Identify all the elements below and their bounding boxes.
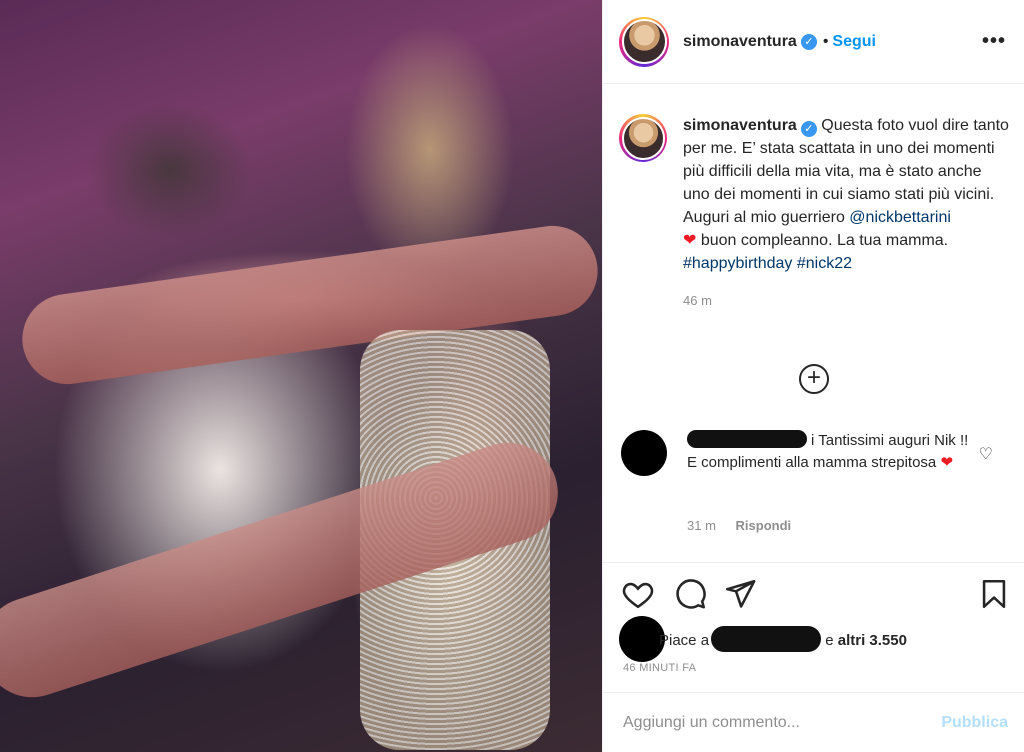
comment-input[interactable] bbox=[623, 713, 942, 732]
caption-body: simonaventura ✓ Questa foto vuol dire tan… bbox=[683, 114, 1009, 312]
caption-text-end: buon compleanno. La tua mamma. bbox=[696, 232, 949, 249]
reply-button[interactable]: Rispondi bbox=[736, 518, 792, 533]
add-comment-bar: Pubblica bbox=[603, 692, 1024, 752]
heart-emoji-icon: ❤ bbox=[940, 454, 954, 471]
post-photo[interactable] bbox=[0, 0, 602, 752]
avatar-image bbox=[621, 19, 667, 64]
verified-badge-icon: ✓ bbox=[800, 121, 817, 137]
likes-prefix: Piace a bbox=[659, 632, 710, 649]
redacted-liker-name bbox=[711, 626, 822, 652]
likes-count-link[interactable]: altri 3.550 bbox=[838, 632, 907, 649]
verified-badge-icon: ✓ bbox=[800, 33, 817, 50]
likes-text: Piace a e altri 3.550 bbox=[659, 626, 907, 652]
post-header: simonaventura ✓ • Segui ••• bbox=[603, 0, 1024, 84]
author-avatar[interactable] bbox=[619, 16, 669, 67]
comment-meta: 31 m Rispondi bbox=[687, 518, 791, 533]
comment-timestamp: 31 m bbox=[687, 518, 716, 533]
load-more-comments-icon[interactable]: + bbox=[799, 364, 829, 394]
commenter-avatar-redacted[interactable] bbox=[621, 430, 667, 476]
likes-summary: Piace a e altri 3.550 bbox=[619, 616, 907, 662]
post-caption: simonaventura ✓ Questa foto vuol dire tan… bbox=[619, 114, 1009, 312]
post-side-panel: simonaventura ✓ • Segui ••• simonaventur… bbox=[602, 0, 1024, 752]
hashtag-link[interactable]: #happybirthday bbox=[683, 255, 792, 272]
caption-timestamp[interactable]: 46 m bbox=[683, 289, 1009, 312]
hashtag-link[interactable]: #nick22 bbox=[797, 255, 852, 272]
heart-emoji-icon: ❤ bbox=[683, 232, 697, 249]
comment-body: i Tantissimi auguri Nik !! E complimenti… bbox=[687, 430, 977, 476]
comment-item: i Tantissimi auguri Nik !! E complimenti… bbox=[621, 430, 1011, 476]
publish-button[interactable]: Pubblica bbox=[941, 714, 1008, 732]
share-paper-plane-icon[interactable] bbox=[723, 577, 757, 611]
like-heart-icon[interactable] bbox=[621, 577, 655, 611]
avatar-image bbox=[621, 116, 665, 160]
redacted-username bbox=[687, 430, 807, 448]
post-date[interactable]: 46 MINUTI FA bbox=[623, 662, 696, 674]
comment-bubble-icon[interactable] bbox=[673, 577, 707, 611]
author-username[interactable]: simonaventura bbox=[683, 33, 797, 51]
follow-button[interactable]: Segui bbox=[832, 33, 876, 51]
author-row: simonaventura ✓ • Segui bbox=[683, 33, 876, 51]
caption-author-avatar[interactable] bbox=[619, 114, 667, 162]
mention-link[interactable]: @nickbettarini bbox=[849, 209, 951, 226]
more-options-icon[interactable]: ••• bbox=[982, 30, 1006, 53]
save-bookmark-icon[interactable] bbox=[977, 577, 1011, 611]
separator-dot: • bbox=[822, 32, 829, 50]
comment-like-heart-icon[interactable]: ♡ bbox=[979, 444, 993, 464]
caption-username[interactable]: simonaventura bbox=[683, 117, 797, 134]
likes-suffix: e bbox=[825, 632, 834, 649]
